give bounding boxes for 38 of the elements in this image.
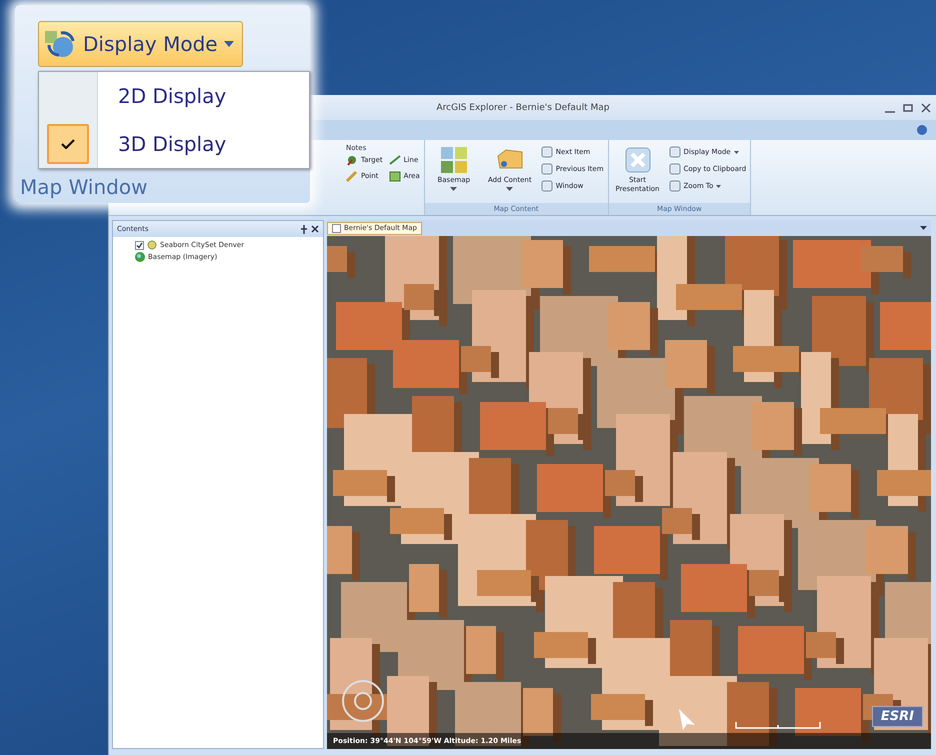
line-icon (388, 154, 401, 166)
minimize-icon (885, 111, 895, 113)
checkmark-icon (61, 139, 75, 149)
menu-item[interactable]: 3D Display (39, 120, 309, 168)
caret-icon (716, 184, 722, 188)
caret-icon (506, 187, 514, 191)
display-mode-button[interactable]: Display Mode (38, 21, 243, 67)
close-icon (311, 224, 319, 232)
cross-icon (624, 146, 652, 174)
navigation-control-icon[interactable] (341, 679, 385, 723)
close-icon (921, 103, 931, 113)
window-title: ArcGIS Explorer - Bernie's Default Map (436, 102, 610, 112)
esri-logo: ESRI (872, 706, 923, 727)
grid-icon (440, 146, 468, 174)
checkbox[interactable] (135, 240, 144, 250)
cursor-icon (677, 707, 697, 731)
maximize-icon (903, 103, 913, 113)
menu-item[interactable]: 2D Display (39, 72, 309, 120)
caret-icon (920, 226, 927, 230)
caret-icon (224, 41, 234, 47)
tool-icon (540, 180, 553, 192)
globe-icon (135, 252, 145, 262)
display-mode-icon (43, 29, 77, 59)
tool-icon (540, 146, 553, 158)
map-icon (332, 224, 341, 232)
scale-bar-icon (735, 721, 821, 729)
tool-icon (668, 180, 681, 192)
tool-icon (540, 163, 553, 175)
tool-icon (668, 163, 681, 175)
area-icon (388, 170, 401, 182)
pencil-icon (346, 170, 358, 182)
menu-item-label: 2D Display (117, 84, 226, 108)
help-icon (917, 125, 927, 135)
caret-icon (734, 150, 739, 154)
caret-icon (450, 187, 458, 191)
menu-item-label: 3D Display (117, 132, 226, 156)
tool-icon (668, 146, 681, 158)
group-label: Map Window (20, 175, 148, 199)
